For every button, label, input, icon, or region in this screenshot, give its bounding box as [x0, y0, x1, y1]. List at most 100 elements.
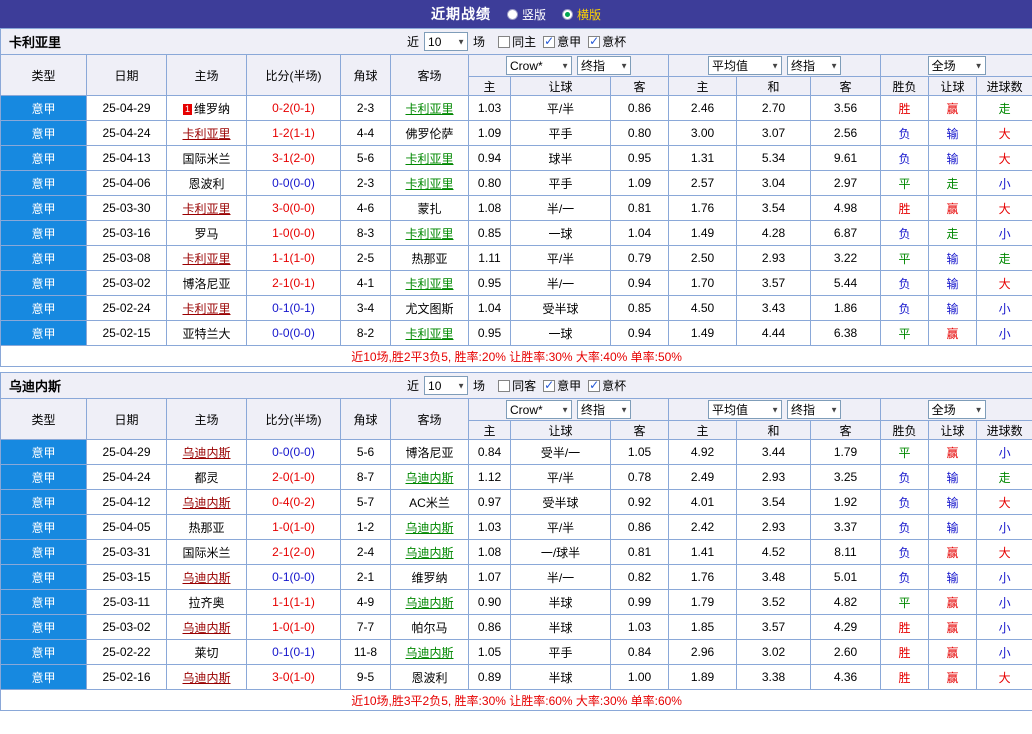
home-team-link[interactable]: 卡利亚里 [182, 252, 230, 266]
recent-count-select[interactable]: 10 [424, 376, 469, 395]
away-team-link[interactable]: 热那亚 [411, 252, 447, 266]
home-team-link[interactable]: 乌迪内斯 [182, 671, 230, 685]
scope-dropdown[interactable]: 全场 [927, 400, 986, 419]
checkbox-icon[interactable] [543, 34, 556, 48]
away-team-link[interactable]: 蒙扎 [417, 202, 441, 216]
recent-count-dropdown[interactable]: 10 [424, 376, 469, 395]
checkbox-icon[interactable] [498, 379, 511, 392]
league-cell[interactable]: 意甲 [0, 295, 87, 321]
league-cell[interactable]: 意甲 [0, 514, 87, 540]
average-select[interactable]: 平均值 [708, 400, 782, 419]
final-odds-select[interactable]: 终指 [577, 400, 631, 419]
away-team-link[interactable]: 卡利亚里 [405, 277, 453, 291]
final-odds-select[interactable]: 终指 [577, 56, 631, 75]
league-cell[interactable]: 意甲 [0, 589, 87, 615]
away-team-link[interactable]: 博洛尼亚 [405, 446, 453, 460]
league-cell[interactable]: 意甲 [0, 145, 87, 171]
league-cell[interactable]: 意甲 [0, 170, 87, 196]
home-team-link[interactable]: 卡利亚里 [182, 202, 230, 216]
league-cell[interactable]: 意甲 [0, 245, 87, 271]
away-team-link[interactable]: 卡利亚里 [405, 327, 453, 341]
checkbox-icon[interactable] [588, 34, 601, 48]
league-cell[interactable]: 意甲 [0, 220, 87, 246]
away-team-link[interactable]: 乌迪内斯 [405, 596, 453, 610]
radio-icon[interactable] [562, 8, 573, 20]
league-cell[interactable]: 意甲 [0, 564, 87, 590]
bookmaker-select[interactable]: Crow* [506, 56, 572, 75]
average-dropdown[interactable]: 平均值 [708, 56, 782, 75]
away-team-link[interactable]: 维罗纳 [411, 571, 447, 585]
away-team-link[interactable]: 乌迪内斯 [405, 546, 453, 560]
bookmaker-dropdown[interactable]: Crow* [506, 400, 572, 419]
radio-icon[interactable] [506, 8, 518, 20]
away-team-link[interactable]: 卡利亚里 [405, 102, 453, 116]
filter-coppa-italia[interactable]: 意杯 [588, 377, 626, 394]
league-cell[interactable]: 意甲 [0, 639, 87, 665]
away-team-link[interactable]: AC米兰 [409, 496, 450, 510]
away-team-link[interactable]: 恩波利 [411, 671, 447, 685]
away-team-link[interactable]: 卡利亚里 [405, 177, 453, 191]
home-team-link[interactable]: 莱切 [194, 646, 218, 660]
filter-same-venue[interactable]: 同主 [498, 33, 536, 50]
checkbox-icon[interactable] [498, 35, 511, 48]
home-team-link[interactable]: 都灵 [194, 471, 218, 485]
scope-select[interactable]: 全场 [927, 400, 986, 419]
home-team-link[interactable]: 卡利亚里 [182, 127, 230, 141]
final-odds-dropdown[interactable]: 终指 [577, 56, 631, 75]
layout-option-horizontal[interactable]: 横版 [562, 6, 601, 23]
average-dropdown[interactable]: 平均值 [708, 400, 782, 419]
away-team-link[interactable]: 乌迪内斯 [405, 471, 453, 485]
home-team-link[interactable]: 拉齐奥 [188, 596, 224, 610]
away-team-link[interactable]: 帕尔马 [411, 621, 447, 635]
away-team-link[interactable]: 卡利亚里 [405, 152, 453, 166]
home-team-link[interactable]: 罗马 [194, 227, 218, 241]
league-cell[interactable]: 意甲 [0, 120, 87, 146]
home-team-link[interactable]: 乌迪内斯 [182, 571, 230, 585]
league-cell[interactable]: 意甲 [0, 489, 87, 515]
league-cell[interactable]: 意甲 [0, 270, 87, 296]
away-team-link[interactable]: 尤文图斯 [405, 302, 453, 316]
average-select[interactable]: 平均值 [708, 56, 782, 75]
away-team-link[interactable]: 佛罗伦萨 [405, 127, 453, 141]
checkbox-icon[interactable] [543, 378, 556, 392]
home-team-link[interactable]: 维罗纳 [194, 102, 230, 116]
filter-serie-a[interactable]: 意甲 [543, 33, 581, 50]
final-odds-select[interactable]: 终指 [787, 400, 841, 419]
home-team-link[interactable]: 国际米兰 [182, 152, 230, 166]
recent-count-select[interactable]: 10 [424, 32, 469, 51]
final-odds-select[interactable]: 终指 [787, 56, 841, 75]
final-odds-dropdown[interactable]: 终指 [787, 400, 841, 419]
filter-serie-a[interactable]: 意甲 [543, 377, 581, 394]
home-team-link[interactable]: 乌迪内斯 [182, 621, 230, 635]
away-team-link[interactable]: 乌迪内斯 [405, 646, 453, 660]
league-cell[interactable]: 意甲 [0, 464, 87, 490]
league-cell[interactable]: 意甲 [0, 320, 87, 346]
home-team-link[interactable]: 热那亚 [188, 521, 224, 535]
home-team-link[interactable]: 乌迪内斯 [182, 446, 230, 460]
league-cell[interactable]: 意甲 [0, 195, 87, 221]
bookmaker-dropdown[interactable]: Crow* [506, 56, 572, 75]
checkbox-icon[interactable] [588, 378, 601, 392]
bookmaker-select[interactable]: Crow* [506, 400, 572, 419]
league-cell[interactable]: 意甲 [0, 439, 87, 465]
home-team-link[interactable]: 恩波利 [188, 177, 224, 191]
league-cell[interactable]: 意甲 [0, 539, 87, 565]
recent-count-dropdown[interactable]: 10 [424, 32, 469, 51]
league-cell[interactable]: 意甲 [0, 614, 87, 640]
home-team-link[interactable]: 国际米兰 [182, 546, 230, 560]
filter-same-venue[interactable]: 同客 [498, 377, 536, 394]
league-cell[interactable]: 意甲 [0, 95, 87, 121]
scope-dropdown[interactable]: 全场 [927, 56, 986, 75]
final-odds-dropdown[interactable]: 终指 [787, 56, 841, 75]
scope-select[interactable]: 全场 [927, 56, 986, 75]
home-team-link[interactable]: 博洛尼亚 [182, 277, 230, 291]
home-team-link[interactable]: 乌迪内斯 [182, 496, 230, 510]
filter-coppa-italia[interactable]: 意杯 [588, 33, 626, 50]
away-team-link[interactable]: 乌迪内斯 [405, 521, 453, 535]
home-team-link[interactable]: 卡利亚里 [182, 302, 230, 316]
final-odds-dropdown[interactable]: 终指 [577, 400, 631, 419]
away-team-link[interactable]: 卡利亚里 [405, 227, 453, 241]
layout-option-vertical[interactable]: 竖版 [506, 6, 546, 23]
home-team-link[interactable]: 亚特兰大 [182, 327, 230, 341]
league-cell[interactable]: 意甲 [0, 664, 87, 690]
